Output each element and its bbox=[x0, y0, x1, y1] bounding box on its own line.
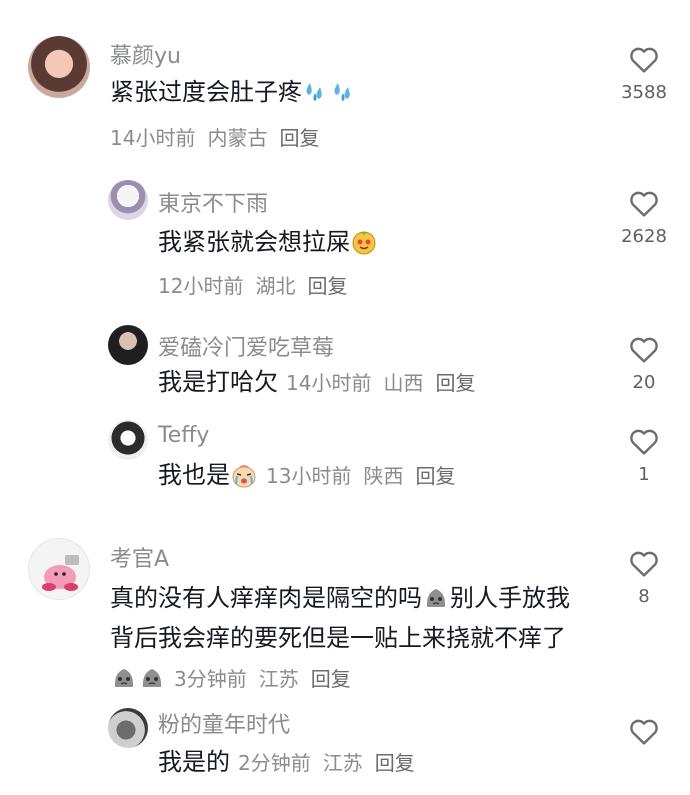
heart-icon bbox=[630, 47, 658, 73]
like-button[interactable]: 3588 bbox=[614, 44, 674, 103]
location: 湖北 bbox=[255, 274, 296, 298]
comment-text: 真的没有人痒痒肉是隔空的吗 别人手放我背后我会痒的要死但是一贴上来挠就不痒了3分钟… bbox=[110, 578, 580, 699]
comment-meta: 14小时前 山西 回复 bbox=[286, 371, 487, 395]
location: 陕西 bbox=[363, 464, 404, 488]
sweat-drops-icon bbox=[303, 77, 329, 103]
avatar[interactable] bbox=[108, 708, 148, 748]
timestamp: 14小时前 bbox=[110, 126, 196, 150]
timestamp: 13小时前 bbox=[266, 464, 352, 488]
like-button[interactable]: 2628 bbox=[614, 188, 674, 247]
heart-icon bbox=[630, 429, 658, 455]
avatar[interactable] bbox=[108, 325, 148, 365]
reply-button[interactable]: 回复 bbox=[375, 751, 415, 775]
comment-text: 我也是 13小时前 陕西 回复 bbox=[158, 455, 628, 496]
avatar[interactable] bbox=[28, 538, 90, 600]
location: 江苏 bbox=[322, 751, 363, 775]
username[interactable]: Teffy bbox=[158, 423, 209, 448]
location: 江苏 bbox=[258, 667, 299, 691]
comment-text: 紧张过度会肚子疼 bbox=[110, 72, 580, 112]
sad-blob-icon bbox=[111, 663, 137, 689]
like-count: 20 bbox=[632, 372, 656, 393]
comment-text-content: 紧张过度会肚子疼 bbox=[110, 78, 302, 106]
crying-face-icon bbox=[231, 460, 257, 488]
location: 山西 bbox=[383, 371, 424, 395]
like-count: 2628 bbox=[621, 226, 667, 247]
like-button[interactable]: 1 bbox=[614, 426, 674, 485]
heart-icon bbox=[630, 337, 658, 363]
reply-button[interactable]: 回复 bbox=[435, 371, 475, 395]
timestamp: 14小时前 bbox=[286, 371, 372, 395]
sad-blob-icon bbox=[139, 663, 165, 689]
sweat-drops-icon bbox=[331, 77, 357, 103]
comment-text: 我是打哈欠 14小时前 山西 回复 bbox=[158, 362, 628, 403]
comment-text-content: 我紧张就会想拉屎 bbox=[158, 228, 350, 256]
reply-button[interactable]: 回复 bbox=[311, 667, 351, 691]
comment-meta: 12小时前 湖北 回复 bbox=[158, 270, 359, 299]
username[interactable]: 粉的童年时代 bbox=[158, 707, 290, 739]
like-button[interactable] bbox=[614, 716, 674, 748]
comment-text-content: 我也是 bbox=[158, 461, 230, 489]
comment-meta: 3分钟前 江苏 回复 bbox=[174, 667, 363, 691]
avatar[interactable] bbox=[108, 420, 148, 460]
like-count: 1 bbox=[638, 464, 650, 485]
reply-button[interactable]: 回复 bbox=[415, 464, 455, 488]
timestamp: 2分钟前 bbox=[238, 751, 311, 775]
heart-icon bbox=[630, 551, 658, 577]
username[interactable]: 慕颜yu bbox=[110, 38, 181, 70]
comment-text-content: 我是打哈欠 bbox=[158, 368, 278, 396]
sad-blob-icon bbox=[423, 583, 449, 609]
comment-meta: 14小时前 内蒙古 回复 bbox=[110, 122, 331, 151]
heart-icon bbox=[630, 719, 658, 745]
comment-text-line-1: 真的没有人痒痒肉是隔空的吗 bbox=[110, 584, 422, 612]
comment-text-content: 我是的 bbox=[158, 748, 230, 776]
comment-meta: 13小时前 陕西 回复 bbox=[266, 464, 467, 488]
heart-icon bbox=[630, 191, 658, 217]
reply-button[interactable]: 回复 bbox=[307, 274, 347, 298]
username[interactable]: 考官A bbox=[110, 541, 169, 573]
location: 内蒙古 bbox=[207, 126, 268, 150]
kirby-avatar-icon bbox=[42, 555, 79, 591]
timestamp: 3分钟前 bbox=[174, 667, 247, 691]
like-button[interactable]: 8 bbox=[614, 548, 674, 607]
like-button[interactable]: 20 bbox=[614, 334, 674, 393]
username[interactable]: 爱磕冷门爱吃草莓 bbox=[158, 330, 334, 362]
username[interactable]: 東京不下雨 bbox=[158, 186, 268, 218]
timestamp: 12小时前 bbox=[158, 274, 244, 298]
like-count: 8 bbox=[638, 586, 650, 607]
avatar[interactable] bbox=[108, 180, 148, 220]
like-count: 3588 bbox=[621, 82, 667, 103]
avatar[interactable] bbox=[28, 36, 90, 98]
smiley-face-icon bbox=[351, 227, 377, 255]
comment-meta: 2分钟前 江苏 回复 bbox=[238, 751, 427, 775]
reply-button[interactable]: 回复 bbox=[279, 126, 319, 150]
comment-text: 我紧张就会想拉屎 bbox=[158, 222, 628, 262]
comment-text: 我是的 2分钟前 江苏 回复 bbox=[158, 742, 628, 783]
